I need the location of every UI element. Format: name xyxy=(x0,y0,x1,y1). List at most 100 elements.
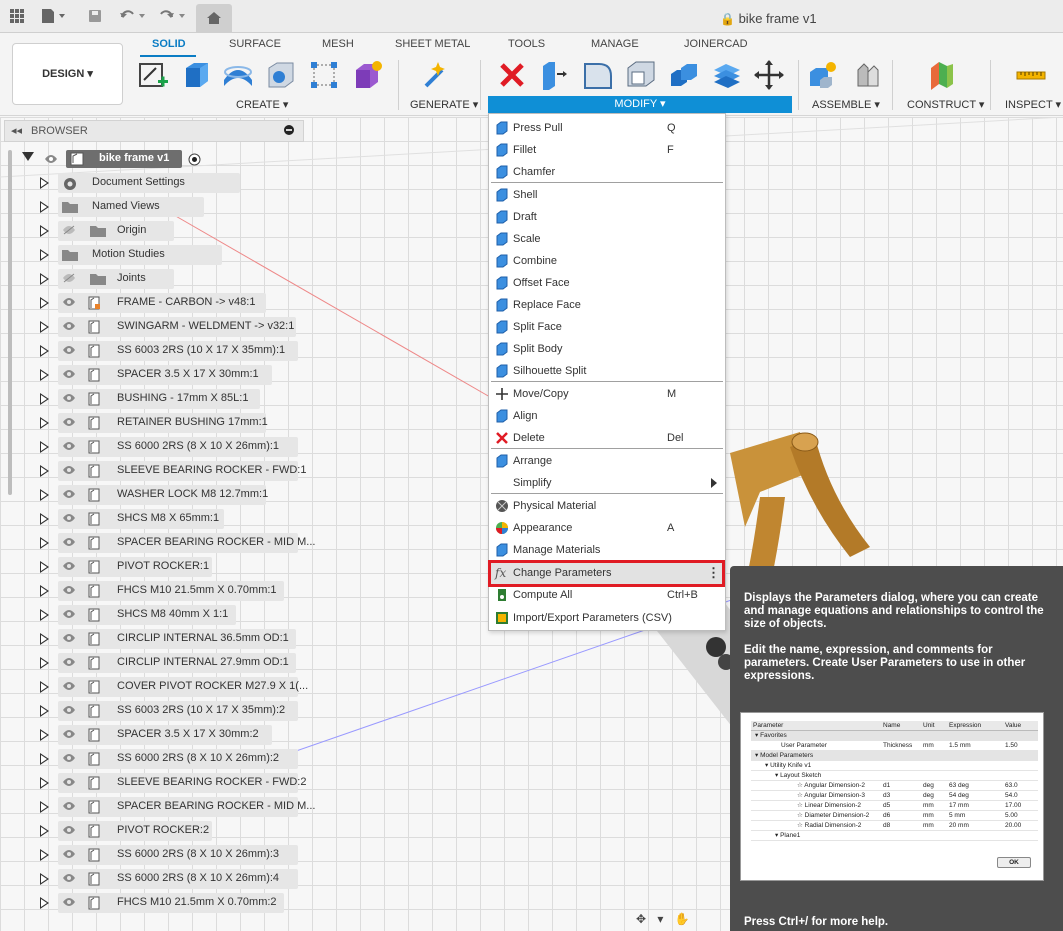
expand-arrow-icon[interactable] xyxy=(40,537,49,549)
expand-arrow-icon[interactable] xyxy=(40,801,49,813)
expand-arrow-icon[interactable] xyxy=(40,393,49,405)
browser-component-row[interactable]: CIRCLIP INTERNAL 27.9mm OD:1 xyxy=(0,652,300,674)
undo-icon[interactable] xyxy=(118,8,145,26)
menu-item-arrange[interactable]: Arrange xyxy=(489,450,725,472)
move-icon[interactable] xyxy=(752,58,786,92)
pan-hand-icon[interactable]: ✋ xyxy=(675,912,690,926)
eye-icon[interactable] xyxy=(62,585,76,595)
expand-arrow-icon[interactable] xyxy=(40,345,49,357)
expand-arrow-icon[interactable] xyxy=(40,369,49,381)
browser-component-row[interactable]: CIRCLIP INTERNAL 36.5mm OD:1 xyxy=(0,628,300,650)
apps-grid-icon[interactable] xyxy=(8,8,26,26)
eye-icon[interactable] xyxy=(62,777,76,787)
expand-arrow-icon[interactable] xyxy=(40,777,49,789)
expand-arrow-icon[interactable] xyxy=(40,585,49,597)
expand-arrow-icon[interactable] xyxy=(40,705,49,717)
expand-arrow-icon[interactable] xyxy=(40,417,49,429)
browser-component-row[interactable]: FHCS M10 21.5mm X 0.70mm:2 xyxy=(0,892,300,914)
combine-icon[interactable] xyxy=(667,58,701,92)
browser-component-row[interactable]: SS 6000 2RS (8 X 10 X 26mm):1 xyxy=(0,436,300,458)
expand-arrow-icon[interactable] xyxy=(40,681,49,693)
browser-component-row[interactable]: PIVOT ROCKER:1 xyxy=(0,556,300,578)
eye-icon[interactable] xyxy=(62,465,76,475)
menu-item-chamfer[interactable]: Chamfer xyxy=(489,161,725,183)
stack-layers-icon[interactable] xyxy=(710,58,744,92)
browser-component-row[interactable]: SLEEVE BEARING ROCKER - FWD:1 xyxy=(0,460,306,482)
eye-icon[interactable] xyxy=(62,633,76,643)
browser-component-row[interactable]: SS 6000 2RS (8 X 10 X 26mm):4 xyxy=(0,868,300,890)
expand-arrow-icon[interactable] xyxy=(40,561,49,573)
collapse-browser-icon[interactable]: ◂◂ xyxy=(11,124,22,137)
expand-arrow-icon[interactable] xyxy=(40,825,49,837)
menu-item-draft[interactable]: Draft xyxy=(489,206,725,228)
menu-item-simplify[interactable]: Simplify xyxy=(489,472,725,494)
hole-icon[interactable] xyxy=(264,58,298,92)
press-pull-icon[interactable] xyxy=(537,58,571,92)
eye-icon[interactable] xyxy=(62,897,76,907)
expand-arrow-icon[interactable] xyxy=(40,609,49,621)
eye-icon[interactable] xyxy=(62,609,76,619)
revolve-icon[interactable] xyxy=(221,58,255,92)
eye-icon[interactable] xyxy=(62,321,76,331)
expand-arrow-icon[interactable] xyxy=(40,489,49,501)
browser-component-row[interactable]: SS 6000 2RS (8 X 10 X 26mm):3 xyxy=(0,844,300,866)
tab-sheet-metal[interactable]: SHEET METAL xyxy=(395,38,470,50)
save-icon[interactable] xyxy=(86,8,104,26)
menu-item-fillet[interactable]: Fillet F xyxy=(489,139,725,161)
browser-component-row[interactable]: COVER PIVOT ROCKER M27.9 X 1(... xyxy=(0,676,308,698)
browser-root[interactable]: bike frame v1 xyxy=(0,148,300,170)
eye-icon[interactable] xyxy=(62,369,76,379)
eye-icon[interactable] xyxy=(44,154,58,167)
browser-folder-row[interactable]: Motion Studies xyxy=(0,244,300,266)
menu-item-silhouette-split[interactable]: Silhouette Split xyxy=(489,360,725,382)
construct-plane-icon[interactable] xyxy=(925,58,959,92)
create-form-icon[interactable] xyxy=(351,58,385,92)
menu-item-combine[interactable]: Combine xyxy=(489,250,725,272)
eye-hidden-icon[interactable] xyxy=(62,225,76,235)
browser-folder-row[interactable]: Document Settings xyxy=(0,172,300,194)
eye-icon[interactable] xyxy=(62,489,76,499)
eye-icon[interactable] xyxy=(62,297,76,307)
tab-tools[interactable]: TOOLS xyxy=(508,38,545,50)
browser-component-row[interactable]: SHCS M8 40mm X 1:1 xyxy=(0,604,300,626)
eye-hidden-icon[interactable] xyxy=(62,273,76,283)
eye-icon[interactable] xyxy=(62,705,76,715)
menu-item-move-copy[interactable]: Move/Copy M xyxy=(489,383,725,405)
expand-arrow-icon[interactable] xyxy=(40,465,49,477)
expand-arrow-icon[interactable] xyxy=(40,897,49,909)
expand-arrow-icon[interactable] xyxy=(40,441,49,453)
menu-item-import-export-parameters-csv[interactable]: Import/Export Parameters (CSV) xyxy=(489,607,725,629)
workspace-switcher[interactable]: DESIGN ▾ xyxy=(12,43,123,105)
menu-item-offset-face[interactable]: Offset Face xyxy=(489,272,725,294)
eye-icon[interactable] xyxy=(62,345,76,355)
browser-component-row[interactable]: WASHER LOCK M8 12.7mm:1 xyxy=(0,484,300,506)
menu-item-shell[interactable]: Shell xyxy=(489,184,725,206)
shell-icon[interactable] xyxy=(624,58,658,92)
browser-component-row[interactable]: SPACER BEARING ROCKER - MID M... xyxy=(0,532,315,554)
generative-design-icon[interactable] xyxy=(420,58,454,92)
tab-joinercad[interactable]: JOINERCAD xyxy=(684,38,748,50)
eye-icon[interactable] xyxy=(62,393,76,403)
pattern-icon[interactable] xyxy=(307,58,341,92)
joint-icon[interactable] xyxy=(850,58,884,92)
delete-x-icon[interactable] xyxy=(495,58,529,92)
expand-arrow-icon[interactable] xyxy=(40,177,49,189)
menu-item-split-face[interactable]: Split Face xyxy=(489,316,725,338)
expand-arrow-icon[interactable] xyxy=(40,753,49,765)
browser-folder-row[interactable]: Origin xyxy=(0,220,300,242)
browser-folder-row[interactable]: Named Views xyxy=(0,196,300,218)
fillet-icon[interactable] xyxy=(581,58,615,92)
menu-item-scale[interactable]: Scale xyxy=(489,228,725,250)
expand-arrow-icon[interactable] xyxy=(40,633,49,645)
browser-folder-row[interactable]: Joints xyxy=(0,268,300,290)
redo-icon[interactable] xyxy=(158,8,185,26)
create-group-label[interactable]: CREATE ▾ xyxy=(236,98,288,111)
construct-group-label[interactable]: CONSTRUCT ▾ xyxy=(907,98,984,111)
expand-arrow-icon[interactable] xyxy=(40,513,49,525)
browser-component-row[interactable]: SWINGARM - WELDMENT -> v32:1 xyxy=(0,316,300,338)
tab-mesh[interactable]: MESH xyxy=(322,38,354,50)
expand-arrow-icon[interactable] xyxy=(40,273,49,285)
menu-item-manage-materials[interactable]: Manage Materials xyxy=(489,539,725,561)
expand-arrow-icon[interactable] xyxy=(40,657,49,669)
eye-icon[interactable] xyxy=(62,825,76,835)
